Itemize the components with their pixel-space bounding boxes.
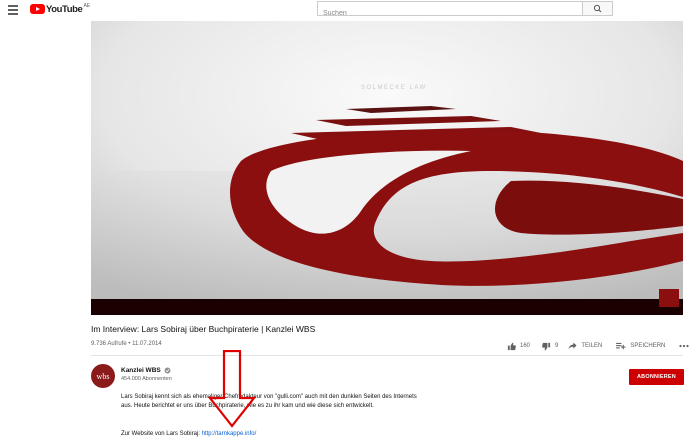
verified-check-icon — [164, 367, 171, 374]
subscribe-button[interactable]: ABONNIEREN — [629, 369, 684, 385]
thumbs-down-icon — [542, 342, 551, 350]
search-input[interactable] — [318, 7, 573, 20]
hamburger-icon[interactable] — [8, 5, 18, 15]
thumbs-up-icon — [507, 342, 516, 350]
dislike-count: 9 — [555, 343, 559, 349]
channel-avatar[interactable]: wbs — [91, 364, 115, 388]
video-player[interactable]: SOLMECKE LAW — [91, 21, 683, 315]
like-count: 160 — [520, 343, 531, 349]
playlist-add-icon — [616, 342, 626, 350]
channel-name-link[interactable]: Kanzlei WBS — [121, 367, 171, 374]
share-label: TEILEN — [581, 343, 603, 349]
description-link-line: Zur Website von Lars Sobiraj: http://tar… — [121, 431, 256, 437]
link-prefix: Zur Website von Lars Sobiraj: — [121, 431, 202, 437]
youtube-play-icon — [30, 4, 45, 14]
video-title: Im Interview: Lars Sobiraj über Buchpira… — [91, 324, 316, 334]
more-icon — [679, 344, 689, 348]
share-button[interactable]: TEILEN — [568, 342, 602, 350]
like-button[interactable]: 160 — [507, 342, 530, 351]
more-actions-button[interactable] — [679, 344, 689, 348]
search-button[interactable] — [583, 1, 613, 16]
website-link[interactable]: http://tarnkappe.info/ — [202, 431, 257, 437]
video-description: Lars Sobiraj kennt sich als ehemaliger C… — [121, 394, 417, 409]
masthead: YouTube AE — [0, 0, 690, 20]
dislike-button[interactable]: 9 — [542, 342, 558, 351]
youtube-logo[interactable]: YouTube AE — [30, 3, 90, 15]
share-icon — [568, 342, 577, 350]
search-box — [317, 1, 583, 20]
like-dislike-bar: 160 9 TEILEN SPEICHERN — [507, 340, 689, 352]
channel-name: Kanzlei WBS — [121, 367, 161, 374]
save-label: SPEICHERN — [630, 343, 666, 349]
search-icon — [593, 4, 602, 13]
divider — [91, 355, 683, 356]
annotation-arrow — [208, 350, 256, 428]
logo-region: AE — [83, 3, 91, 9]
view-count-date: 9.736 Aufrufe • 11.07.2014 — [91, 341, 162, 347]
subscriber-count: 454.000 Abonnenten — [121, 376, 172, 382]
video-frame: SOLMECKE LAW — [91, 21, 683, 315]
save-button[interactable]: SPEICHERN — [616, 342, 665, 350]
avatar-text: wbs — [96, 371, 110, 381]
svg-text:SOLMECKE LAW: SOLMECKE LAW — [361, 85, 427, 91]
logo-text: YouTube — [46, 3, 83, 15]
